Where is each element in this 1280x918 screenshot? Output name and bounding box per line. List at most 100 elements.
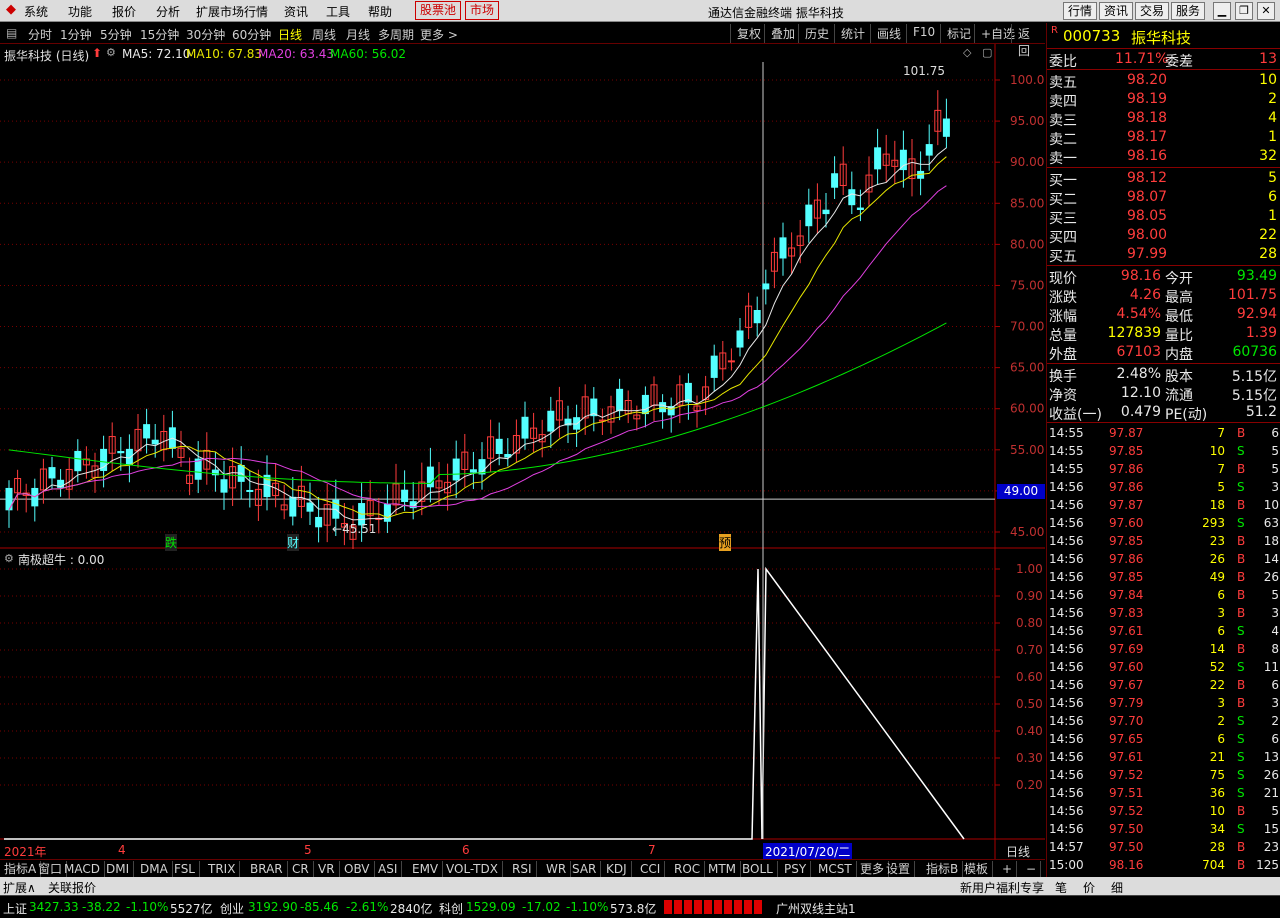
- menu-item-1[interactable]: 功能: [68, 3, 92, 20]
- grid-icon[interactable]: ▤: [6, 26, 17, 40]
- indicator-tab-13[interactable]: VOL-TDX: [442, 861, 503, 877]
- menu-item-4[interactable]: 扩展市场行情: [196, 3, 268, 20]
- bid-row-4[interactable]: 买五 97.99 28: [1047, 245, 1280, 265]
- indicator-right-3[interactable]: −: [1022, 861, 1042, 877]
- indicator-tab-15[interactable]: WR: [542, 861, 572, 877]
- tick-time: 14:56: [1049, 750, 1084, 764]
- kline-svg[interactable]: 100.00 95.00 90.00 85.00 80.00 75.00 70.00 65.0…: [0, 44, 1052, 558]
- bid-row-3[interactable]: 买四 98.00 22: [1047, 226, 1280, 246]
- restore-icon[interactable]: ❐: [1235, 2, 1253, 20]
- indicator-tab-16[interactable]: SAR: [568, 861, 602, 877]
- diamond-icon[interactable]: ◇: [963, 46, 971, 59]
- period-tab-0[interactable]: 分时: [28, 26, 52, 43]
- indicator-tab-2[interactable]: MACD: [60, 861, 105, 877]
- server-label[interactable]: 广州双线主站1: [776, 900, 856, 917]
- indicator-tab-8[interactable]: CR: [288, 861, 314, 877]
- indicator-tab-7[interactable]: BRAR: [246, 861, 288, 877]
- toolbar-btn-0[interactable]: 复权: [730, 24, 767, 43]
- menu-item-3[interactable]: 分析: [156, 3, 180, 20]
- indicator-svg[interactable]: 1.00 0.90 0.80 0.70 0.60 0.50 0.40 0.30 0.20: [0, 549, 1045, 859]
- indicator-tab-21[interactable]: BOLL: [738, 861, 778, 877]
- ind-tick-label: 0.90: [1016, 589, 1043, 603]
- menu-item-5[interactable]: 资讯: [284, 3, 308, 20]
- period-tab-3[interactable]: 15分钟: [140, 26, 179, 43]
- indicator-tab-14[interactable]: RSI: [508, 861, 537, 877]
- top-button-2[interactable]: 交易: [1135, 2, 1170, 20]
- bid-row-0[interactable]: 买一 98.12 5: [1047, 169, 1280, 189]
- indicator-tab-17[interactable]: KDJ: [602, 861, 632, 877]
- tick-count: 13: [1263, 750, 1279, 764]
- indicator-tab-18[interactable]: CCI: [636, 861, 666, 877]
- close-icon[interactable]: ✕: [1257, 2, 1275, 20]
- top-button-1[interactable]: 资讯: [1099, 2, 1134, 20]
- ask-row-4[interactable]: 卖一 98.16 32: [1047, 147, 1280, 167]
- kc-index[interactable]: 1529.09: [466, 900, 516, 914]
- indicator-right-2[interactable]: +: [998, 861, 1018, 877]
- ask-row-3[interactable]: 卖二 98.17 1: [1047, 128, 1280, 148]
- tick-price: 97.60: [1109, 660, 1144, 674]
- bid-row-2[interactable]: 买三 98.05 1: [1047, 207, 1280, 227]
- indicator-tab-5[interactable]: FSL: [170, 861, 200, 877]
- menu-stock-pool[interactable]: 股票池: [415, 1, 462, 20]
- menu-item-6[interactable]: 工具: [326, 3, 350, 20]
- indicator-right-0[interactable]: 指标B: [922, 861, 964, 877]
- ask-row-1[interactable]: 卖四 98.19 2: [1047, 90, 1280, 110]
- sh-index[interactable]: 3427.33: [29, 900, 79, 914]
- bid-row-1[interactable]: 买二 98.07 6: [1047, 188, 1280, 208]
- indicator-right-1[interactable]: 模板: [960, 861, 994, 877]
- indicator-tab-3[interactable]: DMI: [102, 861, 135, 877]
- expand-icon[interactable]: ▢: [982, 46, 992, 59]
- tab-bi[interactable]: 笔: [1055, 879, 1067, 896]
- ask-row-0[interactable]: 卖五 98.20 10: [1047, 71, 1280, 91]
- minimize-icon[interactable]: ▁: [1213, 2, 1231, 20]
- indicator-tab-22[interactable]: PSY: [780, 861, 812, 877]
- toolbar-btn-1[interactable]: 叠加: [764, 24, 801, 43]
- tab-jia[interactable]: 价: [1083, 879, 1095, 896]
- indicator-tab-6[interactable]: TRIX: [204, 861, 241, 877]
- toolbar-btn-4[interactable]: 画线: [870, 24, 907, 43]
- related-quotes-button[interactable]: 关联报价: [48, 879, 96, 896]
- menu-item-7[interactable]: 帮助: [368, 3, 392, 20]
- indicator-tab-9[interactable]: VR: [314, 861, 340, 877]
- top-button-0[interactable]: 行情: [1063, 2, 1098, 20]
- ask-volume: 1: [1268, 129, 1277, 145]
- toolbar-btn-3[interactable]: 统计: [834, 24, 871, 43]
- period-tab-8[interactable]: 月线: [346, 26, 370, 43]
- price-tick-label: 85.00: [1010, 196, 1044, 210]
- indicator-tab-11[interactable]: ASI: [374, 861, 403, 877]
- kline-chart[interactable]: 100.00 95.00 90.00 85.00 80.00 75.00 70.00 65.0…: [0, 44, 1052, 558]
- new-user-benefit-link[interactable]: 新用户福利专享: [960, 879, 1044, 896]
- menu-item-2[interactable]: 报价: [112, 3, 136, 20]
- period-tab-5[interactable]: 60分钟: [232, 26, 271, 43]
- period-tab-2[interactable]: 5分钟: [100, 26, 132, 43]
- tick-row-8: 14:56 97.85 49 B 26: [1047, 568, 1280, 586]
- period-tab-6[interactable]: 日线: [278, 26, 302, 43]
- indicator-tab-10[interactable]: OBV: [340, 861, 375, 877]
- indicator-tab-4[interactable]: DMA: [136, 861, 173, 877]
- period-tab-10[interactable]: 更多 >: [420, 26, 458, 43]
- tab-xi[interactable]: 细: [1111, 879, 1123, 896]
- indicator-settings-icon[interactable]: ⚙: [4, 552, 14, 565]
- cy-index[interactable]: 3192.90: [248, 900, 298, 914]
- stat-row-4: 外盘 67103 内盘 60736: [1047, 343, 1280, 363]
- period-tab-9[interactable]: 多周期: [378, 26, 414, 43]
- period-tab-7[interactable]: 周线: [312, 26, 336, 43]
- ask-row-2[interactable]: 卖三 98.18 4: [1047, 109, 1280, 129]
- indicator-tab-19[interactable]: ROC: [670, 861, 706, 877]
- indicator-pane[interactable]: 1.00 0.90 0.80 0.70 0.60 0.50 0.40 0.30 0.20 ⚙ 南…: [0, 549, 1045, 860]
- period-tab-4[interactable]: 30分钟: [186, 26, 225, 43]
- toolbar-btn-2[interactable]: 历史: [798, 24, 835, 43]
- indicator-tab-12[interactable]: EMV: [408, 861, 444, 877]
- period-tab-1[interactable]: 1分钟: [60, 26, 92, 43]
- menu-market[interactable]: 市场: [465, 1, 500, 20]
- expand-button[interactable]: 扩展∧: [3, 879, 36, 896]
- settings-icon[interactable]: ⚙: [106, 46, 116, 59]
- toolbar-btn-8[interactable]: 返回: [1011, 24, 1045, 58]
- toolbar-btn-5[interactable]: F10: [906, 24, 941, 43]
- indicator-tab-25[interactable]: 设置: [882, 861, 916, 877]
- menu-item-0[interactable]: 系统: [24, 3, 48, 20]
- top-button-3[interactable]: 服务: [1171, 2, 1206, 20]
- toolbar-btn-6[interactable]: 标记: [940, 24, 977, 43]
- indicator-tab-23[interactable]: MCST: [814, 861, 857, 877]
- indicator-tab-20[interactable]: MTM: [704, 861, 742, 877]
